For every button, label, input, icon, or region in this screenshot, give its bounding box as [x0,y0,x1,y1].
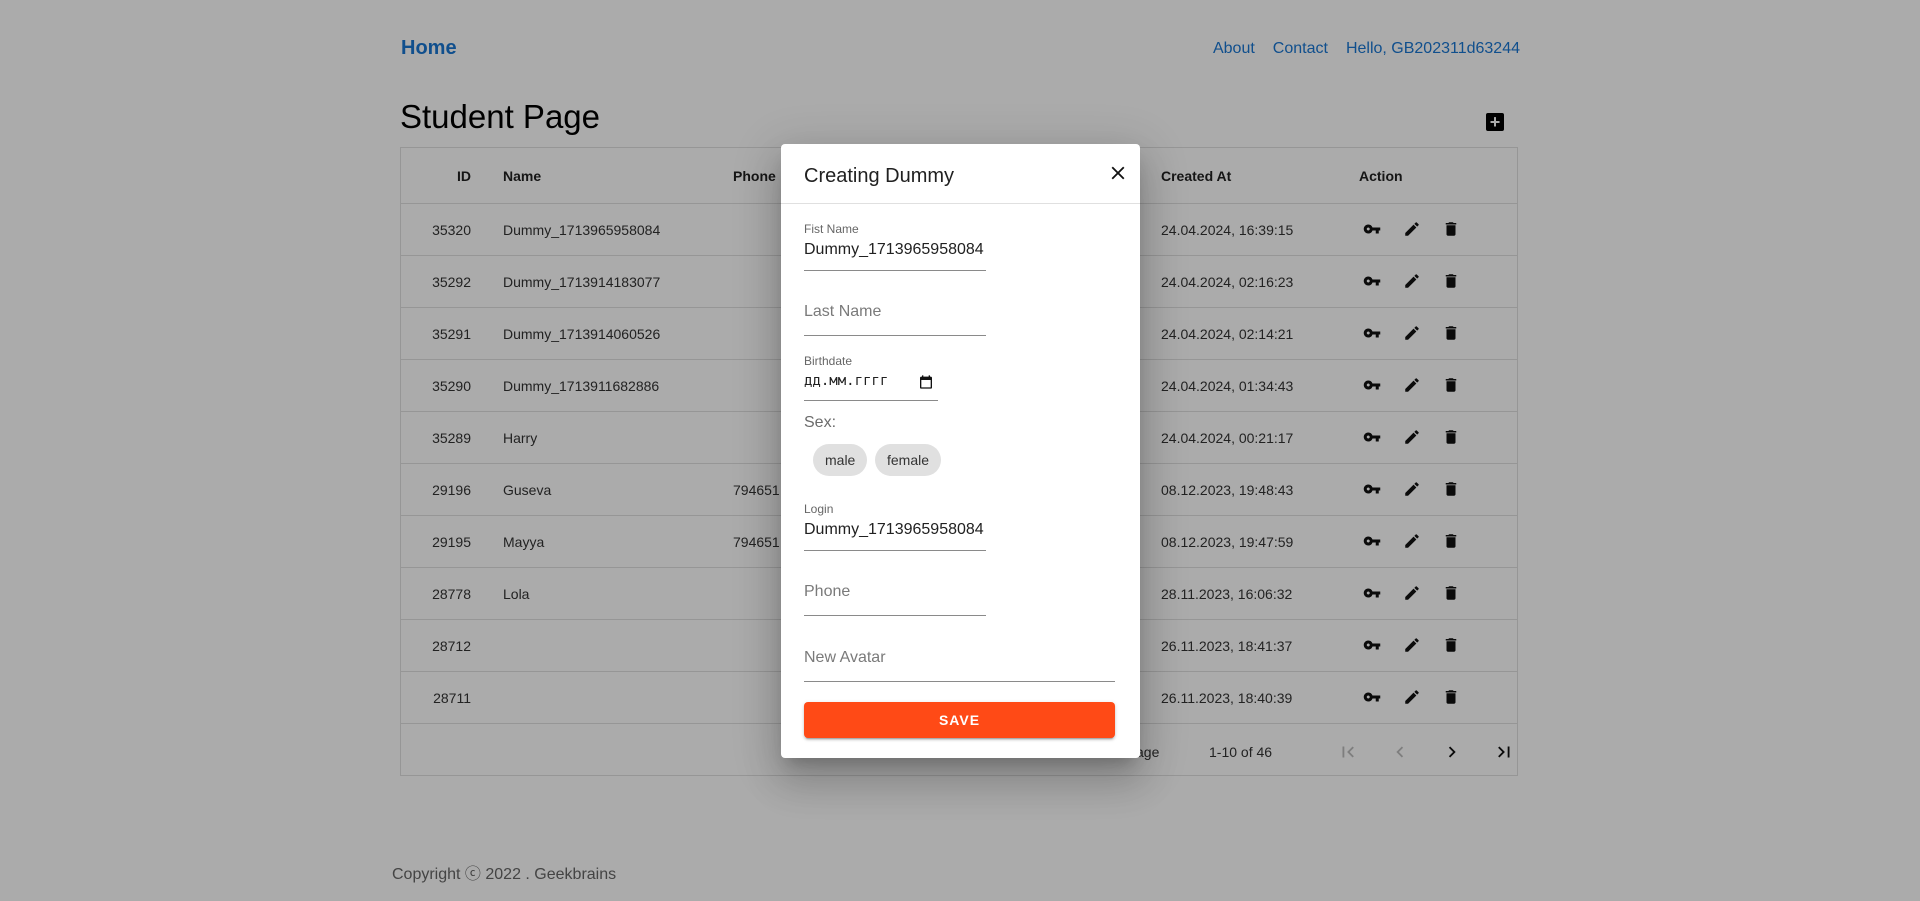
sex-chip-male[interactable]: male [813,444,868,476]
phone-placeholder: Phone [804,583,851,600]
close-button[interactable] [1106,161,1130,185]
phone-field[interactable]: Phone [804,564,986,616]
birthdate-label: Birthdate [804,354,853,368]
login-value: Dummy_1713965958084 [804,521,984,538]
dialog-header: Creating Dummy [781,144,1140,204]
save-button[interactable]: SAVE [804,702,1115,738]
dialog-title: Creating Dummy [804,165,955,187]
sex-chip-female[interactable]: female [875,444,942,476]
first-name-value: Dummy_1713965958084 [804,241,984,258]
avatar-field[interactable]: New Avatar [804,630,1115,682]
close-icon [1111,166,1125,180]
first-name-field[interactable]: Fist Name Dummy_1713965958084 [804,222,986,271]
birthdate-value: дд.мм.гггг [804,373,889,389]
login-field[interactable]: Login Dummy_1713965958084 [804,502,986,551]
avatar-placeholder: New Avatar [804,649,886,666]
last-name-field[interactable]: Last Name [804,284,986,336]
first-name-label: Fist Name [804,222,859,236]
create-dummy-dialog: Creating Dummy Fist Name Dummy_171396595… [781,144,1140,758]
login-label: Login [804,502,834,516]
birthdate-field[interactable]: Birthdate дд.мм.гггг [804,354,938,401]
last-name-placeholder: Last Name [804,303,882,320]
calendar-icon[interactable] [918,374,934,390]
sex-label: Sex: [804,414,837,431]
